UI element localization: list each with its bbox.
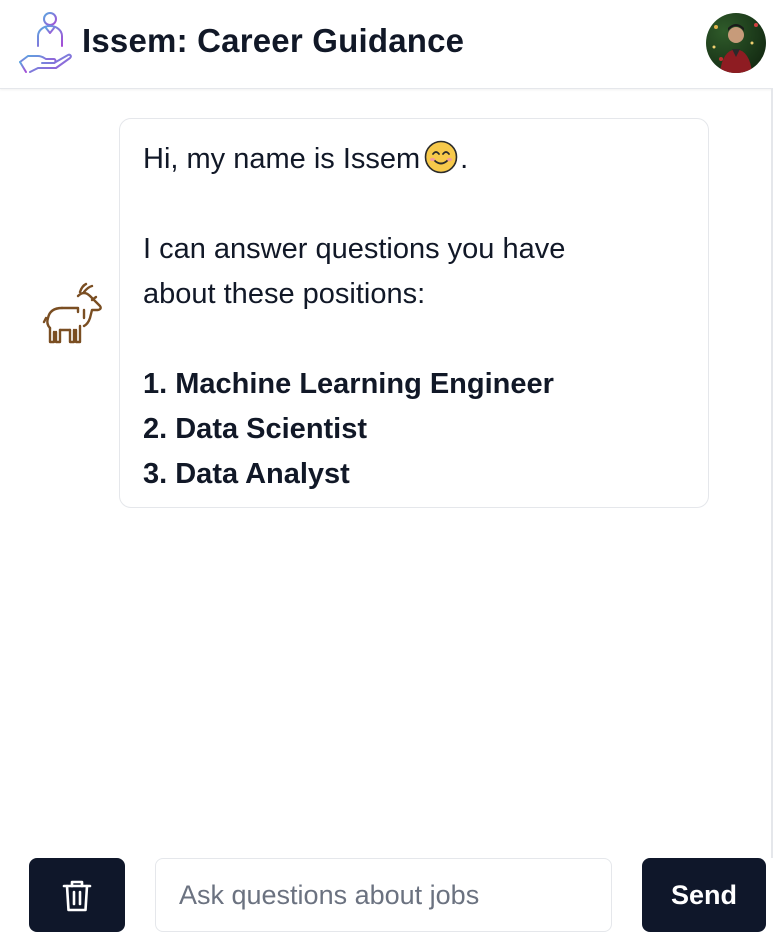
position-item: 2. Data Scientist	[143, 413, 368, 445]
app-header: Issem: Career Guidance	[0, 0, 773, 89]
clear-chat-button[interactable]	[29, 858, 125, 932]
page-title: Issem: Career Guidance	[82, 22, 465, 59]
chat-app: Issem: Career Guidance Hi, my name is Is…	[0, 0, 773, 940]
question-input[interactable]	[155, 858, 612, 932]
user-photo	[712, 23, 758, 73]
goat-icon	[42, 282, 102, 344]
position-item: 1. Machine Learning Engineer	[143, 368, 554, 400]
send-button[interactable]: Send	[642, 858, 766, 932]
smiling-face-emoji	[424, 140, 458, 174]
bot-message-bubble: Hi, my name is Issem . I can answer ques…	[119, 118, 709, 508]
greeting-suffix: .	[460, 143, 469, 175]
greeting-line: Hi, my name is Issem .	[143, 137, 685, 182]
greeting-text: Hi, my name is Issem	[143, 143, 421, 175]
position-item: 3. Data Analyst	[143, 458, 350, 490]
trash-icon	[62, 880, 92, 912]
user-avatar[interactable]	[706, 13, 766, 73]
career-guidance-hand-icon	[19, 12, 72, 73]
intro-line-1: I can answer questions you have	[143, 233, 566, 265]
intro-line-2: about these positions:	[143, 278, 426, 310]
